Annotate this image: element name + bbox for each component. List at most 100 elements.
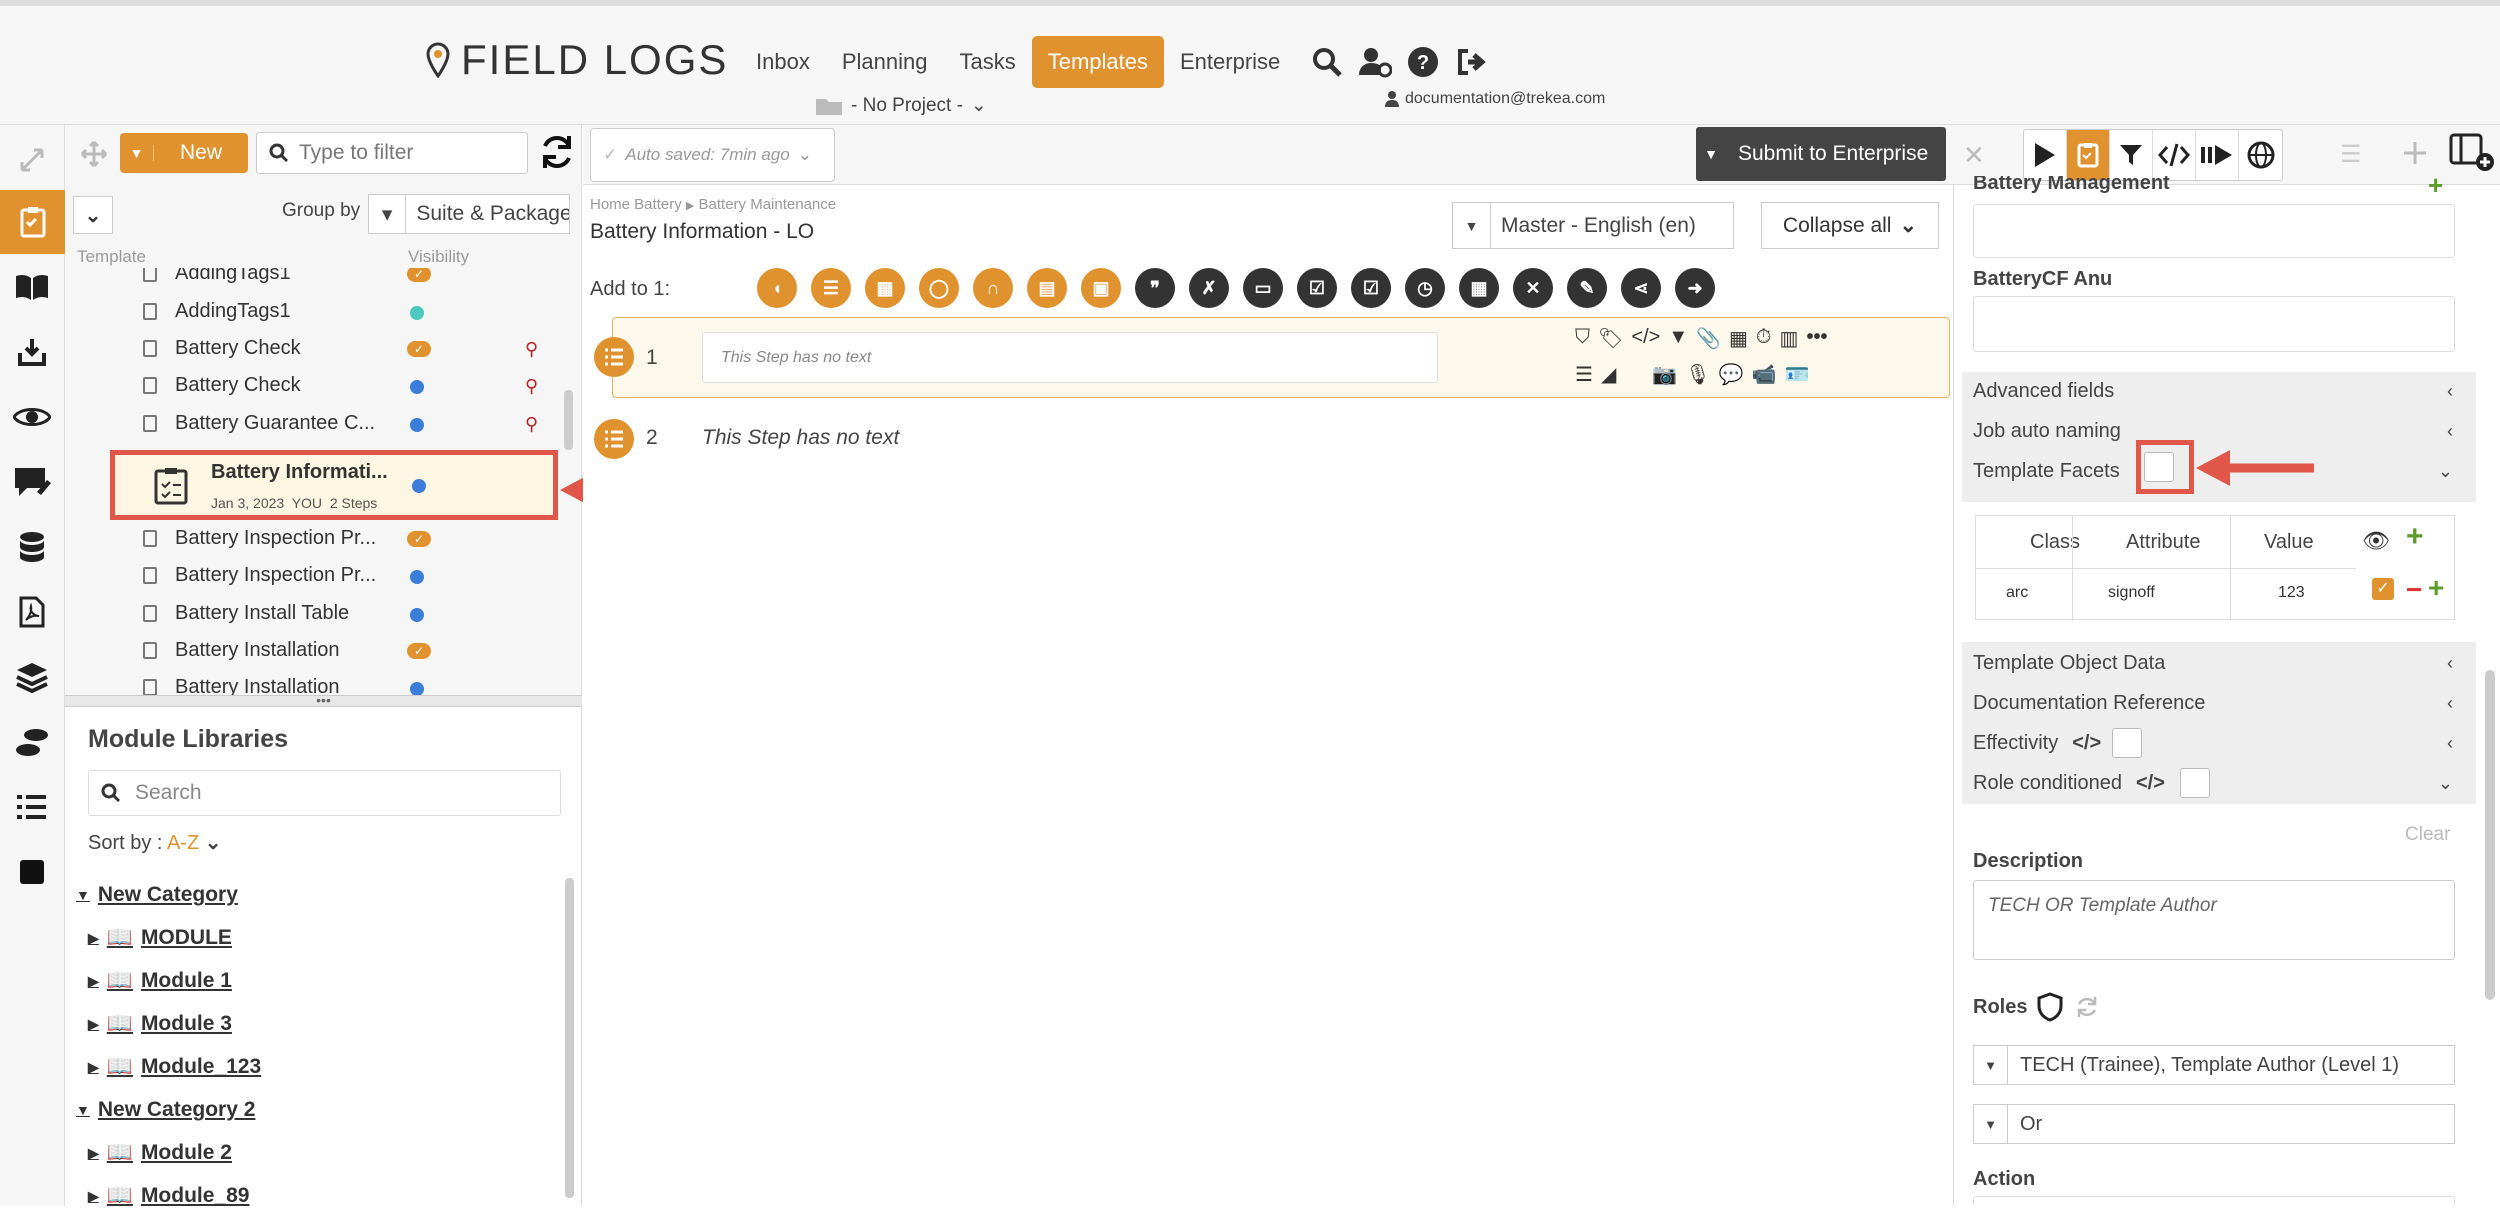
list-item[interactable]: Battery Inspection Pr... <box>65 558 560 595</box>
list-item[interactable]: Battery Guarantee C... ⚲ <box>65 406 560 443</box>
role-conditioned-row[interactable]: Role conditioned </> ⌄ <box>1973 771 2453 795</box>
footsteps-icon[interactable] <box>10 720 54 764</box>
collapse-all-button[interactable]: Collapse all ⌄ <box>1761 202 1939 249</box>
template-filter-input[interactable]: Type to filter <box>256 132 528 174</box>
list-item[interactable]: Battery Check ⚲ <box>65 368 560 405</box>
add-checkbox-icon[interactable]: ☑ <box>1351 268 1391 308</box>
selected-template-item[interactable]: Battery Informati... Jan 3, 2023 YOU 2 S… <box>110 450 558 520</box>
roles-operator-select[interactable]: ▼ Or <box>1973 1104 2455 1144</box>
book-icon[interactable] <box>10 265 54 309</box>
globe-icon[interactable] <box>2239 130 2282 180</box>
paperclip-icon[interactable]: 📎 <box>1696 326 1721 351</box>
properties-scrollbar[interactable] <box>2485 670 2495 1000</box>
breadcrumb-item[interactable]: Battery Maintenance <box>699 196 837 213</box>
batterycf-field[interactable] <box>1973 296 2455 352</box>
tree-module[interactable]: ▶ 📖 MODULE <box>88 926 232 950</box>
move-icon[interactable] <box>80 140 108 168</box>
tree-module[interactable]: ▶ 📖 Module_89 <box>88 1184 249 1208</box>
camera-icon[interactable]: 📷 <box>1652 362 1677 387</box>
battery-management-field[interactable] <box>1973 204 2455 258</box>
refresh-icon[interactable] <box>538 132 576 172</box>
add-link-icon[interactable]: ∩ <box>973 268 1013 308</box>
list-item[interactable]: Battery Installation ✓ <box>65 633 560 670</box>
clear-button[interactable]: Clear <box>2405 824 2450 846</box>
stop-square-icon[interactable] <box>10 850 54 894</box>
caret-down-icon[interactable]: ▼ <box>1696 146 1726 162</box>
add-circle-icon[interactable]: ◯ <box>919 268 959 308</box>
close-icon[interactable]: ✕ <box>1963 140 1985 171</box>
add-step-list-icon[interactable]: ☰ <box>811 268 851 308</box>
add-icon[interactable]: + <box>2428 572 2444 604</box>
nav-inbox[interactable]: Inbox <box>740 36 826 88</box>
list-item[interactable]: AddingTags1 ✓ <box>65 268 560 293</box>
nav-enterprise[interactable]: Enterprise <box>1164 36 1296 88</box>
add-arrow-icon[interactable]: ➜ <box>1675 268 1715 308</box>
code-icon[interactable] <box>2153 130 2196 180</box>
tree-category[interactable]: ▼ New Category 2 <box>76 1098 255 1122</box>
add-checklist-items-icon[interactable]: ☑ <box>1297 268 1337 308</box>
filter-icon[interactable]: ▼ <box>1668 326 1688 351</box>
tree-module[interactable]: ▶ 📖 Module 3 <box>88 1012 232 1036</box>
facet-value[interactable]: 123 <box>2278 584 2305 602</box>
group-by-select[interactable]: ▾ Suite & Package <box>368 194 570 234</box>
breadcrumb-item[interactable]: Home Battery <box>590 196 682 213</box>
step-forward-icon[interactable] <box>2196 130 2239 180</box>
add-clock-icon[interactable]: ◷ <box>1405 268 1445 308</box>
tree-module[interactable]: ▶ 📖 Module 2 <box>88 1141 232 1165</box>
project-selector[interactable]: - No Project - ⌄ <box>815 94 987 117</box>
microphone-icon[interactable]: 🎙 <box>1685 362 1710 387</box>
layers-icon[interactable] <box>10 655 54 699</box>
advanced-fields-row[interactable]: Advanced fields ‹ <box>1973 379 2453 403</box>
tree-module[interactable]: ▶ 📖 Module_123 <box>88 1055 261 1079</box>
id-card-icon[interactable]: 🪪 <box>1784 362 1809 387</box>
list-item[interactable]: Battery Inspection Pr... ✓ <box>65 521 560 558</box>
add-calculator-icon[interactable]: ▦ <box>1459 268 1499 308</box>
panel-splitter[interactable]: ••• <box>65 693 582 707</box>
add-panel-icon[interactable] <box>2449 132 2495 172</box>
template-object-data-row[interactable]: Template Object Data ‹ <box>1973 651 2453 675</box>
user-settings-icon[interactable] <box>1358 45 1393 79</box>
add-share-icon[interactable]: ⋖ <box>1621 268 1661 308</box>
templates-icon[interactable] <box>2067 130 2110 180</box>
add-input-field-icon[interactable]: ▭ <box>1243 268 1283 308</box>
list-item[interactable]: Battery Installation <box>65 670 560 695</box>
list-item[interactable]: Battery Check ✓ ⚲ <box>65 331 560 368</box>
list-item[interactable]: AddingTags1 <box>65 294 560 331</box>
filter-icon[interactable] <box>2110 130 2153 180</box>
code-icon[interactable]: </> <box>1631 326 1660 351</box>
stopwatch-icon[interactable]: ⏱ <box>1756 326 1772 351</box>
move-icon[interactable] <box>2402 140 2428 166</box>
new-template-button[interactable]: ▼ New <box>120 133 248 173</box>
caret-down-icon[interactable]: ▼ <box>120 145 154 161</box>
add-tools-icon[interactable]: ✕ <box>1513 268 1553 308</box>
database-icon[interactable] <box>10 525 54 569</box>
list-item[interactable]: Battery Install Table <box>65 596 560 633</box>
add-signature-icon[interactable]: ✎ <box>1567 268 1607 308</box>
sort-by[interactable]: Sort by : A-Z ⌄ <box>88 830 221 855</box>
job-auto-naming-row[interactable]: Job auto naming ‹ <box>1973 419 2453 443</box>
module-search-input[interactable]: Search <box>88 770 561 816</box>
module-list-scrollbar[interactable] <box>565 878 574 1198</box>
nav-tasks[interactable]: Tasks <box>943 36 1031 88</box>
effectivity-checkbox[interactable] <box>2112 728 2142 758</box>
facet-class[interactable]: arc <box>2006 584 2028 602</box>
step-1-text-input[interactable]: This Step has no text <box>702 332 1438 383</box>
eye-icon[interactable]: 👁 <box>2362 528 2390 554</box>
autosave-status[interactable]: ✓ Auto saved: 7min ago ⌄ <box>590 128 835 182</box>
checklist-icon[interactable]: ☰ <box>1575 362 1593 387</box>
roles-select[interactable]: ▼ TECH (Trainee), Template Author (Level… <box>1973 1045 2455 1085</box>
search-icon[interactable] <box>1310 45 1344 79</box>
step-2-text[interactable]: This Step has no text <box>702 426 899 450</box>
help-icon[interactable]: ? <box>1406 45 1440 79</box>
barcode-icon[interactable]: ▥ <box>1780 326 1799 351</box>
template-list-scrollbar[interactable] <box>564 390 573 450</box>
numbered-list-icon[interactable] <box>10 785 54 829</box>
submit-to-enterprise-button[interactable]: ▼ Submit to Enterprise <box>1696 127 1946 181</box>
description-textarea[interactable]: TECH OR Template Author <box>1973 880 2455 960</box>
add-decision-icon[interactable]: ✗ <box>1189 268 1229 308</box>
add-table-icon[interactable]: ▦ <box>865 268 905 308</box>
documentation-reference-row[interactable]: Documentation Reference ‹ <box>1973 691 2453 715</box>
shield-icon[interactable]: ⛉ <box>1575 326 1590 351</box>
grid-icon[interactable]: ▦ <box>1729 326 1748 351</box>
add-quote-icon[interactable]: ❞ <box>1135 268 1175 308</box>
